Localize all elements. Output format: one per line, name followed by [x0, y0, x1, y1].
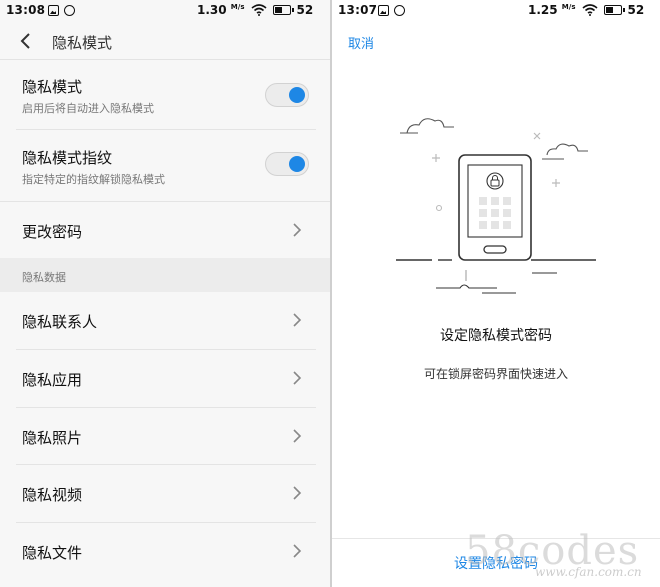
setting-title: 隐私模式指纹 — [22, 149, 113, 167]
network-speed: 1.30 M/s — [197, 3, 245, 17]
cancel-button[interactable]: 取消 — [348, 33, 374, 52]
watermark-url: www.cfan.com.cn — [535, 565, 642, 579]
battery-level: 52 — [627, 3, 645, 17]
section-header-privacy-data: 隐私数据 — [0, 258, 330, 292]
toggle-knob — [289, 87, 305, 103]
setup-title: 设定隐私模式密码 — [440, 328, 552, 344]
gallery-notification-icon — [48, 5, 59, 16]
privacy-mode-settings-screen: 13:08 1.30 M/s 52 隐私模式 隐私模式 启用后将自动进入隐私模式… — [0, 0, 330, 587]
circle-notification-icon — [64, 5, 75, 16]
section-label: 隐私数据 — [22, 271, 66, 284]
wifi-icon — [581, 4, 598, 16]
status-time: 13:07 — [338, 3, 378, 17]
list-item-title: 隐私照片 — [22, 429, 83, 447]
setting-change-password[interactable]: 更改密码 — [0, 201, 330, 258]
list-item-privacy-files[interactable]: 隐私文件 — [0, 523, 330, 581]
network-speed: 1.25 M/s — [528, 3, 576, 17]
list-item-title: 隐私视频 — [22, 486, 83, 504]
battery-icon — [272, 5, 294, 15]
status-bar: 13:08 1.30 M/s 52 — [0, 0, 330, 22]
setting-privacy-mode[interactable]: 隐私模式 启用后将自动进入隐私模式 — [0, 61, 330, 130]
toggle-knob — [289, 156, 305, 172]
gallery-notification-icon — [378, 5, 389, 16]
privacy-mode-toggle[interactable] — [265, 83, 309, 107]
battery-level: 52 — [296, 3, 314, 17]
chevron-right-icon — [293, 486, 302, 500]
chevron-right-icon — [293, 429, 302, 443]
list-item-title: 隐私应用 — [22, 371, 83, 389]
circle-notification-icon — [394, 5, 405, 16]
chevron-right-icon — [293, 223, 302, 237]
set-privacy-password-screen: 13:07 1.25 M/s 52 取消 设定隐私模式密码 可在锁屏密码界面快速… — [332, 0, 660, 587]
battery-icon — [603, 5, 625, 15]
back-arrow-icon[interactable] — [16, 30, 38, 52]
list-item-privacy-apps[interactable]: 隐私应用 — [0, 350, 330, 408]
chevron-right-icon — [293, 313, 302, 327]
list-item-title: 隐私联系人 — [22, 313, 98, 331]
setting-subtitle: 指定特定的指纹解锁隐私模式 — [22, 173, 165, 186]
wifi-icon — [250, 4, 267, 16]
list-item-privacy-photos[interactable]: 隐私照片 — [0, 408, 330, 465]
chevron-right-icon — [293, 544, 302, 558]
phone-lock-illustration — [396, 118, 596, 294]
list-item-privacy-videos[interactable]: 隐私视频 — [0, 465, 330, 523]
setting-title: 更改密码 — [22, 223, 83, 241]
privacy-fingerprint-toggle[interactable] — [265, 152, 309, 176]
list-item-privacy-contacts[interactable]: 隐私联系人 — [0, 292, 330, 350]
status-time: 13:08 — [6, 3, 46, 17]
status-bar: 13:07 1.25 M/s 52 — [332, 0, 660, 22]
chevron-right-icon — [293, 371, 302, 385]
list-item-title: 隐私文件 — [22, 544, 83, 562]
app-header: 隐私模式 — [0, 22, 330, 60]
page-title: 隐私模式 — [52, 34, 113, 52]
setting-privacy-fingerprint[interactable]: 隐私模式指纹 指定特定的指纹解锁隐私模式 — [0, 130, 330, 201]
setting-title: 隐私模式 — [22, 78, 83, 96]
setting-subtitle: 启用后将自动进入隐私模式 — [22, 102, 154, 115]
setup-description: 可在锁屏密码界面快速进入 — [423, 367, 568, 381]
